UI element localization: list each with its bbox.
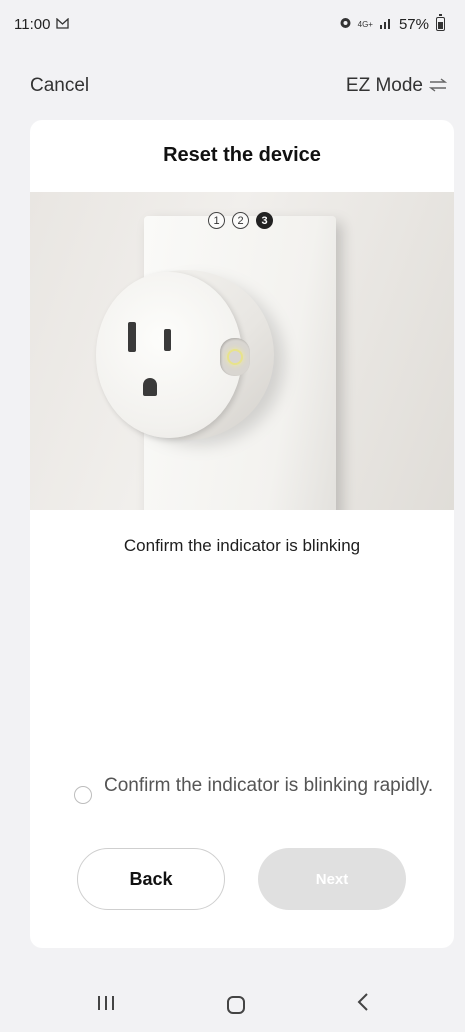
card-title: Reset the device xyxy=(163,144,321,166)
confirm-radio[interactable] xyxy=(74,786,92,804)
plug-power-button xyxy=(220,338,250,376)
instruction-text: Confirm the indicator is blinking xyxy=(123,536,361,555)
step-1: 1 xyxy=(208,212,225,229)
status-bar: 11:00 4G+ 57% xyxy=(0,0,465,48)
step-3: 3 xyxy=(256,212,273,229)
ez-mode-label: EZ Mode xyxy=(345,75,423,96)
step-2: 2 xyxy=(232,212,249,229)
recent-apps-icon[interactable] xyxy=(96,995,116,1016)
mail-icon xyxy=(56,17,70,32)
plug-ground-hole xyxy=(143,378,157,396)
system-nav-bar xyxy=(0,978,465,1032)
status-time: 11:00 xyxy=(14,15,51,33)
smart-plug-illustration: 1 2 3 xyxy=(30,192,454,510)
next-button[interactable]: Next xyxy=(258,848,406,910)
battery-icon xyxy=(436,14,445,31)
cancel-button[interactable]: Cancel xyxy=(30,75,89,97)
reset-card: Reset the device 1 2 3 Confirm the indic… xyxy=(30,120,454,948)
battery-percent: 57% xyxy=(398,15,429,33)
status-left: 11:00 xyxy=(14,15,70,33)
network-type: 4G+ xyxy=(357,19,373,29)
confirm-label: Confirm the indicator is blinking rapidl… xyxy=(104,775,434,796)
signal-icon xyxy=(379,17,393,32)
alarm-icon xyxy=(339,16,352,32)
back-button[interactable]: Back xyxy=(77,848,225,910)
plug-slot-left xyxy=(128,322,136,352)
plug-slot-right xyxy=(164,329,171,351)
step-indicator: 1 2 3 xyxy=(208,212,273,229)
home-icon[interactable] xyxy=(226,996,245,1014)
top-nav: Cancel EZ Mode xyxy=(0,66,465,106)
indicator-light-icon xyxy=(227,349,243,365)
back-icon[interactable] xyxy=(356,991,370,1019)
swap-icon xyxy=(428,76,448,97)
status-right: 4G+ 57% xyxy=(339,14,445,33)
ez-mode-button[interactable]: EZ Mode xyxy=(345,75,448,97)
confirm-checkbox[interactable]: Confirm the indicator is blinking rapidl… xyxy=(74,774,434,804)
